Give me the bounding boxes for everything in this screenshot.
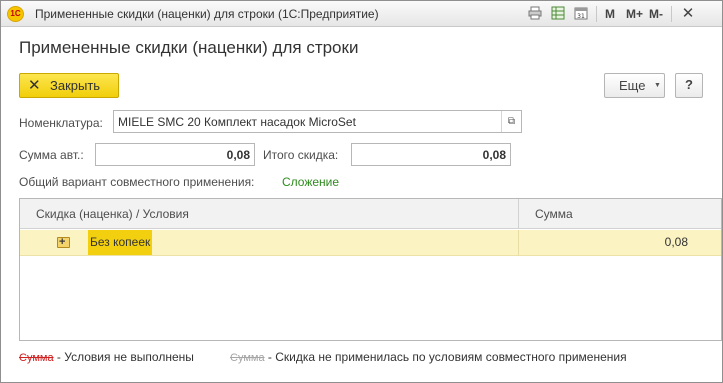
- nomenclature-label: Номенклатура:: [19, 116, 103, 130]
- chevron-down-icon: ▼: [654, 82, 661, 89]
- table-row[interactable]: + Без копеек 0,08: [20, 230, 721, 256]
- legend-red-text: - Условия не выполнены: [56, 350, 194, 364]
- nomenclature-field[interactable]: MIELE SMC 20 Комплект насадок MicroSet ⧉: [113, 110, 522, 133]
- column-header-sum[interactable]: Сумма: [535, 199, 573, 229]
- toolbar-separator: [596, 6, 597, 22]
- print-icon[interactable]: [527, 6, 543, 22]
- open-icon[interactable]: ⧉: [501, 111, 521, 132]
- close-button-label: Закрыть: [50, 78, 101, 93]
- total-discount-field[interactable]: 0,08: [351, 143, 511, 166]
- folder-plus-icon[interactable]: +: [57, 236, 70, 248]
- table-cell-discount-name: Без копеек: [88, 230, 153, 255]
- nomenclature-value: MIELE SMC 20 Комплект насадок MicroSet: [118, 115, 356, 129]
- legend-red-sample: Сумма: [19, 352, 54, 364]
- total-discount-value: 0,08: [482, 148, 506, 162]
- column-divider[interactable]: [518, 199, 519, 229]
- total-discount-label: Итого скидка:: [263, 148, 339, 162]
- toolbar-separator: [671, 6, 672, 22]
- spreadsheet-icon[interactable]: [550, 6, 566, 22]
- close-x-icon: ✕: [28, 77, 41, 94]
- window-close-icon[interactable]: ✕: [680, 6, 696, 22]
- page-title: Примененные скидки (наценки) для строки: [19, 38, 359, 57]
- window-title: Примененные скидки (наценки) для строки …: [35, 7, 379, 21]
- sum-auto-value: 0,08: [226, 148, 250, 162]
- column-divider: [518, 230, 519, 256]
- combined-variant-label: Общий вариант совместного применения:: [19, 175, 255, 189]
- sum-auto-field[interactable]: 0,08: [95, 143, 255, 166]
- legend-not-met: Сумма - Условия не выполнены: [19, 350, 194, 365]
- discounts-table: Скидка (наценка) / Условия Сумма + Без к…: [19, 198, 722, 341]
- app-logo-icon: 1С: [7, 6, 24, 22]
- legend-gray-sample: Сумма: [230, 352, 265, 364]
- svg-text:31: 31: [577, 13, 585, 20]
- memory-m-button[interactable]: M: [605, 6, 615, 22]
- dialog-window: 1С Примененные скидки (наценки) для стро…: [0, 0, 723, 383]
- close-button[interactable]: ✕ Закрыть: [19, 73, 119, 98]
- more-button-label: Еще: [619, 78, 646, 93]
- memory-minus-button[interactable]: M-: [649, 6, 663, 22]
- table-cell-sum: 0,08: [664, 235, 688, 249]
- help-button[interactable]: ?: [675, 73, 703, 98]
- column-header-discount[interactable]: Скидка (наценка) / Условия: [36, 199, 189, 229]
- legend-not-applied: Сумма - Скидка не применилась по условия…: [230, 350, 627, 365]
- combined-variant-value[interactable]: Сложение: [282, 175, 339, 189]
- more-button[interactable]: Еще ▼: [604, 73, 665, 98]
- memory-plus-button[interactable]: M+: [626, 6, 643, 22]
- table-header: Скидка (наценка) / Условия Сумма: [20, 199, 721, 229]
- title-bar: 1С Примененные скидки (наценки) для стро…: [1, 1, 722, 27]
- calendar-icon[interactable]: 31: [573, 6, 589, 22]
- sum-auto-label: Сумма авт.:: [19, 148, 84, 162]
- legend-gray-text: - Скидка не применилась по условиям совм…: [267, 350, 627, 364]
